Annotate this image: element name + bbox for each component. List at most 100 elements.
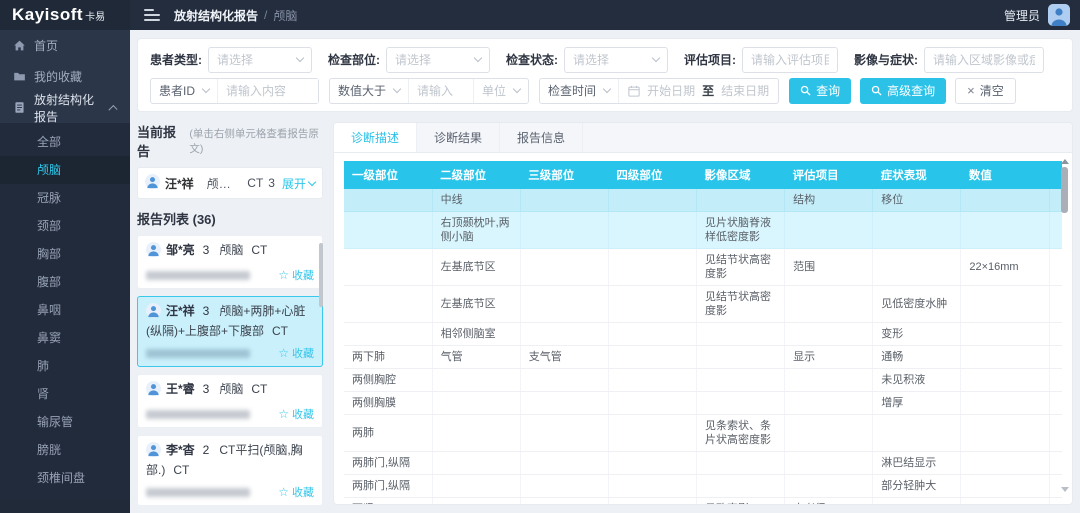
table-cell[interactable] [697, 346, 785, 369]
table-cell[interactable]: 显示 [785, 346, 873, 369]
scroll-up-icon[interactable] [1061, 159, 1069, 164]
table-cell[interactable] [961, 346, 1049, 369]
table-cell[interactable] [608, 323, 696, 346]
table-cell[interactable] [520, 249, 608, 286]
table-cell[interactable]: 见结节状高密度影 [697, 249, 785, 286]
table-row[interactable]: 左基底节区 见结节状高密度影 见低密度水肿 [344, 286, 1062, 323]
table-cell[interactable] [697, 392, 785, 415]
report-card-邹*亮[interactable]: 邹*亮3颅脑CT☆收藏 [137, 235, 323, 289]
table-cell[interactable]: 见条索状、条片状高密度影 [697, 415, 785, 452]
table-cell[interactable] [520, 323, 608, 346]
table-cell[interactable] [785, 392, 873, 415]
sidebar-subitem-肺[interactable]: 肺 [0, 352, 130, 380]
sidebar-subitem-冠脉[interactable]: 冠脉 [0, 184, 130, 212]
table-cell[interactable] [608, 452, 696, 475]
table-cell[interactable]: 部分轻肿大 [873, 475, 961, 498]
table-cell[interactable] [697, 189, 785, 212]
table-cell[interactable] [608, 369, 696, 392]
list-scrollbar[interactable] [318, 235, 323, 505]
table-cell[interactable]: 见结节状高密度影 [697, 286, 785, 323]
favorite-button[interactable]: ☆收藏 [278, 267, 314, 283]
table-cell[interactable]: 两肾 [344, 498, 432, 505]
table-cell[interactable] [608, 249, 696, 286]
filter-input[interactable] [742, 47, 838, 73]
table-cell[interactable]: 气管 [432, 346, 520, 369]
table-cell[interactable] [432, 392, 520, 415]
table-row[interactable]: 两侧胸腔未见积液 [344, 369, 1062, 392]
sidebar-subitem-胸部[interactable]: 胸部 [0, 240, 130, 268]
filter-select[interactable]: 请选择 [386, 47, 490, 73]
scroll-down-icon[interactable] [1061, 487, 1069, 492]
table-cell[interactable]: 左基底节区 [432, 286, 520, 323]
table-cell[interactable]: 见低密度水肿 [873, 286, 961, 323]
table-cell[interactable] [520, 369, 608, 392]
sidebar-subitem-鼻咽[interactable]: 鼻咽 [0, 296, 130, 324]
table-cell[interactable] [697, 323, 785, 346]
table-cell[interactable] [432, 415, 520, 452]
table-cell[interactable] [608, 286, 696, 323]
table-cell[interactable] [785, 452, 873, 475]
patient-id-input[interactable] [218, 79, 318, 103]
table-cell[interactable] [608, 346, 696, 369]
table-cell[interactable]: 两下肺 [344, 346, 432, 369]
search-button[interactable]: 查询 [789, 78, 851, 104]
table-cell[interactable] [608, 392, 696, 415]
table-cell[interactable]: 相邻侧脑室 [432, 323, 520, 346]
table-cell[interactable]: 22×16mm [961, 249, 1049, 286]
table-cell[interactable]: 两侧胸膜 [344, 392, 432, 415]
table-cell[interactable] [608, 475, 696, 498]
table-cell[interactable]: 未见积液 [873, 369, 961, 392]
table-cell[interactable] [785, 369, 873, 392]
favorite-button[interactable]: ☆收藏 [278, 345, 314, 361]
table-cell[interactable] [961, 452, 1049, 475]
table-cell[interactable]: 通畅 [873, 346, 961, 369]
user-avatar[interactable] [1048, 4, 1070, 26]
table-cell[interactable]: 支气管 [520, 346, 608, 369]
table-scrollbar[interactable] [1060, 159, 1069, 492]
table-cell[interactable] [520, 452, 608, 475]
scrollbar-thumb[interactable] [1061, 167, 1068, 213]
table-cell[interactable]: 增厚 [873, 392, 961, 415]
table-cell[interactable]: 左基底节区 [432, 249, 520, 286]
table-cell[interactable]: 移位 [873, 189, 961, 212]
advanced-search-button[interactable]: 高级查询 [860, 78, 946, 104]
sidebar-subitem-颅脑[interactable]: 颅脑 [0, 156, 130, 184]
table-cell[interactable] [961, 392, 1049, 415]
report-card-李*杳[interactable]: 李*杳2CT平扫(颅脑,胸部.)CT☆收藏 [137, 435, 323, 505]
table-cell[interactable]: 范围 [785, 249, 873, 286]
table-cell[interactable]: 中线 [432, 189, 520, 212]
unit-select[interactable]: 单位 [473, 79, 528, 103]
sidebar-subitem-颈椎间盘[interactable]: 颈椎间盘 [0, 464, 130, 492]
sidebar-item-放射结构化报告[interactable]: 放射结构化报告 [0, 92, 130, 123]
favorite-button[interactable]: ☆收藏 [278, 406, 314, 422]
table-cell[interactable] [520, 189, 608, 212]
table-cell[interactable]: 两肺门,纵隔 [344, 475, 432, 498]
table-cell[interactable] [961, 369, 1049, 392]
value-compare-select[interactable]: 数值大于 [330, 79, 409, 103]
patient-id-select[interactable]: 患者ID [151, 79, 218, 103]
report-card-王*睿[interactable]: 王*睿3颅脑CT☆收藏 [137, 374, 323, 428]
report-card-汪*祥[interactable]: 汪*祥3颅脑+两肺+心脏(纵隔)+上腹部+下腹部CT☆收藏 [137, 296, 323, 367]
table-cell[interactable] [785, 212, 873, 249]
table-cell[interactable] [520, 415, 608, 452]
table-cell[interactable] [432, 475, 520, 498]
table-cell[interactable] [785, 323, 873, 346]
table-cell[interactable]: 见致密影 [697, 498, 785, 505]
table-cell[interactable] [608, 189, 696, 212]
table-cell[interactable] [785, 286, 873, 323]
table-cell[interactable]: 见片状脑脊液样低密度影 [697, 212, 785, 249]
filter-select[interactable]: 请选择 [208, 47, 312, 73]
table-cell[interactable]: 淋巴结显示 [873, 452, 961, 475]
table-cell[interactable] [961, 415, 1049, 452]
table-row[interactable]: 中线结构移位 [344, 189, 1062, 212]
table-cell[interactable] [520, 392, 608, 415]
sidebar-subitem-鼻窦[interactable]: 鼻窦 [0, 324, 130, 352]
table-cell[interactable] [520, 498, 608, 505]
table-cell[interactable] [961, 189, 1049, 212]
table-cell[interactable]: 大者径 [785, 498, 873, 505]
sidebar-collapse-icon[interactable] [144, 9, 160, 21]
table-cell[interactable] [520, 212, 608, 249]
time-type-select[interactable]: 检查时间 [540, 79, 619, 103]
table-row[interactable]: 两肺见条索状、条片状高密度影 [344, 415, 1062, 452]
table-cell[interactable] [873, 498, 961, 505]
